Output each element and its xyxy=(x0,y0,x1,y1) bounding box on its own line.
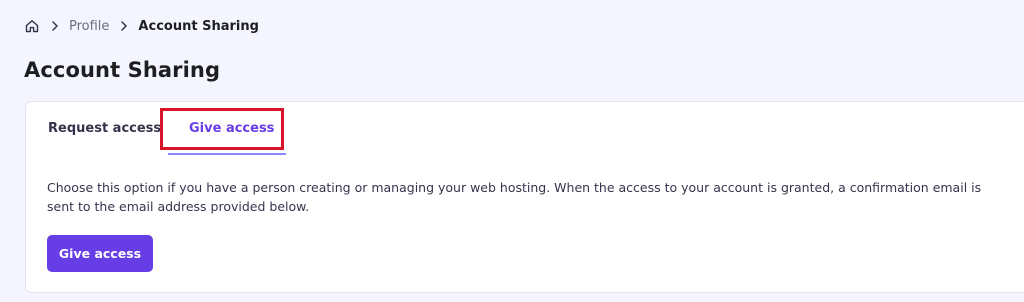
breadcrumb-item-account-sharing: Account Sharing xyxy=(138,18,259,34)
chevron-right-icon xyxy=(50,21,60,31)
home-icon[interactable] xyxy=(24,18,40,34)
tab-request-access[interactable]: Request access xyxy=(48,121,161,136)
breadcrumb: Profile Account Sharing xyxy=(24,16,259,36)
give-access-button[interactable]: Give access xyxy=(47,235,153,272)
page-title: Account Sharing xyxy=(24,58,221,82)
highlight-box xyxy=(160,108,284,150)
breadcrumb-item-profile[interactable]: Profile xyxy=(69,19,109,34)
account-sharing-card: Request access Give access Choose this o… xyxy=(25,101,1024,293)
active-tab-indicator xyxy=(168,153,286,155)
give-access-description: Choose this option if you have a person … xyxy=(47,180,982,214)
tab-bar: Request access Give access xyxy=(26,102,1024,156)
chevron-right-icon xyxy=(119,21,129,31)
